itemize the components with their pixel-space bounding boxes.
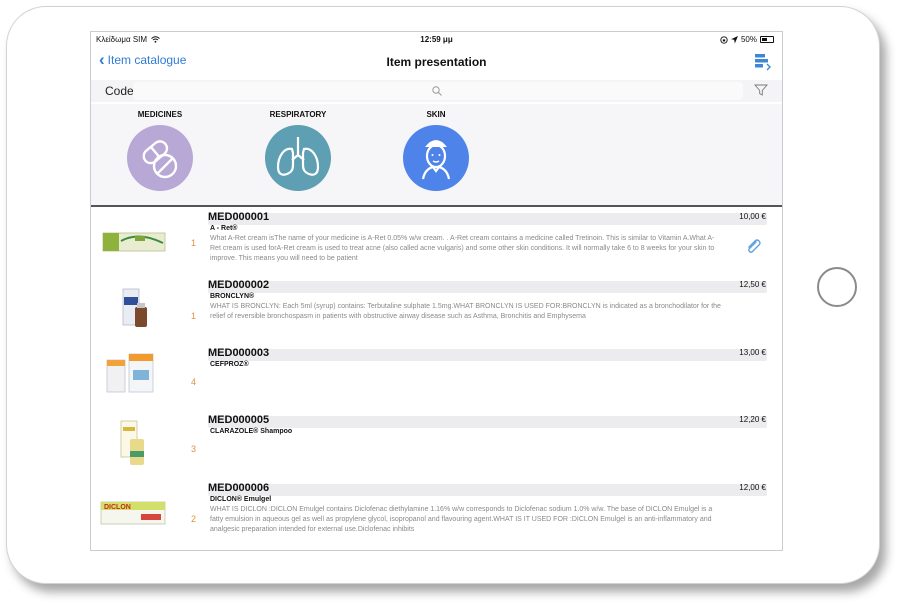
item-code: MED000001	[208, 211, 270, 223]
item-header	[208, 213, 767, 225]
product-image	[106, 353, 154, 393]
battery-icon	[760, 36, 774, 43]
item-description: What A-Ret cream isThe name of your medi…	[210, 235, 715, 262]
item-quantity: 1	[191, 238, 197, 248]
page-title: Item presentation	[386, 55, 487, 69]
status-time: 12:59 μμ	[420, 35, 453, 44]
category-bar: MEDICINES RESPIRATORY SKIN	[91, 104, 782, 207]
item-price: 12,20 €	[739, 415, 766, 424]
face-care-icon	[421, 140, 451, 180]
item-price: 12,00 €	[739, 483, 766, 492]
item-name: CLARAZOLE® Shampoo	[210, 428, 293, 435]
item-name: BRONCLYN®	[210, 293, 255, 300]
item-list: 1 MED000001 10,00 € A - Ret® What A-Ret …	[91, 208, 782, 550]
category-circle	[127, 125, 193, 191]
category-medicines[interactable]: MEDICINES	[112, 110, 208, 191]
sort-options-icon[interactable]	[752, 51, 772, 71]
lock-rotation-icon	[720, 35, 728, 44]
item-header	[208, 349, 767, 361]
item-name: CEFPROZ®	[210, 361, 249, 368]
item-quantity: 4	[191, 377, 197, 387]
item-name: A - Ret®	[210, 225, 238, 232]
list-item[interactable]: 3 MED000005 12,20 € CLARAZOLE® Shampoo	[91, 414, 782, 481]
lungs-icon	[276, 137, 320, 176]
item-name: DICLON® Emulgel	[210, 496, 272, 503]
item-header	[208, 281, 767, 293]
paperclip-icon[interactable]	[744, 237, 762, 255]
search-input[interactable]	[133, 82, 743, 100]
item-quantity: 2	[191, 514, 197, 524]
item-price: 13,00 €	[739, 348, 766, 357]
list-item[interactable]: 4 MED000003 13,00 € CEFPROZ®	[91, 347, 782, 414]
product-image	[120, 420, 144, 465]
item-header	[208, 484, 767, 496]
category-label: SKIN	[426, 110, 446, 119]
list-item[interactable]: 1 MED000001 10,00 € A - Ret® What A-Ret …	[91, 211, 782, 278]
search-bar: Code	[91, 80, 782, 102]
navigation-bar: ‹ Item catalogue Item presentation	[91, 47, 782, 77]
category-respiratory[interactable]: RESPIRATORY	[250, 110, 346, 191]
item-header	[208, 416, 767, 428]
category-label: MEDICINES	[137, 110, 183, 119]
item-quantity: 3	[191, 444, 197, 454]
location-icon	[730, 35, 738, 43]
list-item[interactable]: 1 MED000002 12,50 € BRONCLYN® WHAT IS BR…	[91, 279, 782, 346]
item-description: WHAT IS DICLON :DICLON Emulgel contains …	[210, 506, 713, 533]
product-image	[122, 288, 147, 327]
code-label: Code	[105, 84, 134, 98]
item-code: MED000006	[208, 482, 270, 494]
item-price: 10,00 €	[739, 212, 766, 221]
category-circle	[403, 125, 469, 191]
item-code: MED000003	[208, 347, 270, 359]
category-skin[interactable]: SKIN	[388, 110, 484, 191]
status-bar: Κλείδωμα SIM 12:59 μμ 50%	[91, 32, 782, 47]
list-item[interactable]: DICLON 2 MED000006 12,00 € DICLON® Emulg…	[91, 482, 782, 549]
item-price: 12,50 €	[739, 280, 766, 289]
item-description: WHAT IS BRONCLYN: Each 5ml (syrup) conta…	[210, 303, 721, 320]
item-code: MED000005	[208, 414, 270, 426]
app-screen: Κλείδωμα SIM 12:59 μμ 50% ‹ Item catalog…	[90, 31, 783, 551]
item-quantity: 1	[191, 311, 197, 321]
battery-percent: 50%	[740, 35, 757, 44]
product-image: DICLON	[100, 501, 166, 525]
item-code: MED000002	[208, 279, 270, 291]
home-button[interactable]	[817, 267, 857, 307]
battery-level	[762, 38, 767, 41]
product-box-text: DICLON	[104, 504, 131, 511]
product-image	[102, 232, 166, 252]
category-circle	[265, 125, 331, 191]
category-label: RESPIRATORY	[269, 110, 327, 119]
filter-icon[interactable]	[754, 83, 768, 97]
search-icon	[432, 86, 442, 96]
pills-icon	[142, 140, 178, 179]
